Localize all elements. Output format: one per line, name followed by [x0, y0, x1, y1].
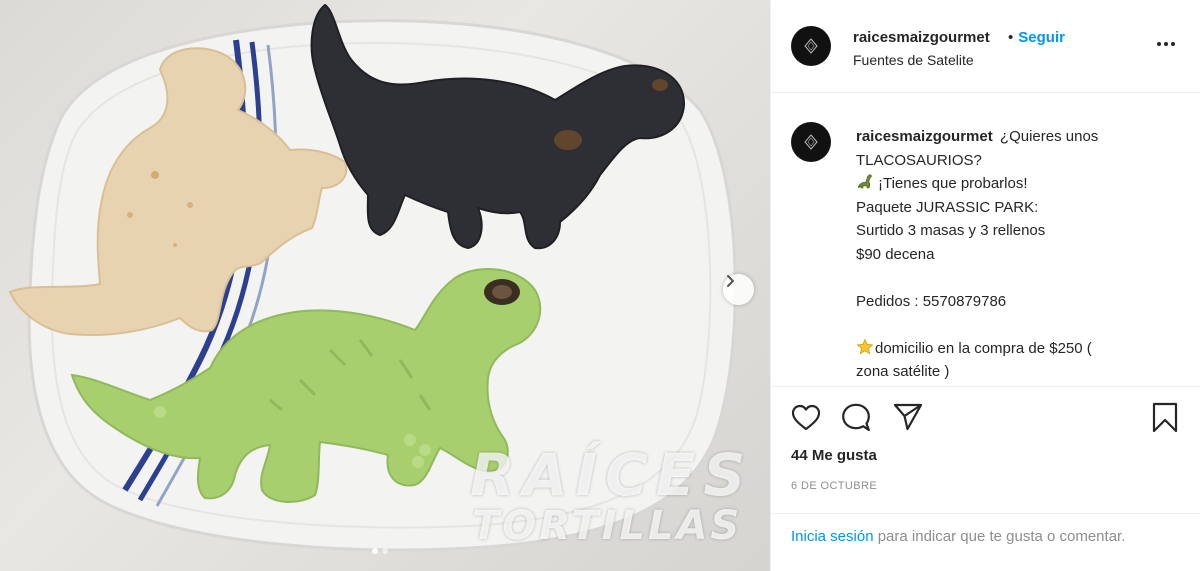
caption-text-10: domicilio en la compra de $250 ( — [875, 339, 1092, 357]
caption-avatar[interactable] — [791, 122, 831, 162]
more-options-icon[interactable] — [1157, 42, 1181, 50]
like-count[interactable]: 44 Me gusta — [791, 447, 877, 464]
follow-separator: • — [1008, 29, 1014, 46]
sauropod-icon — [857, 174, 872, 189]
caption-text-1: ¿Quieres unos — [999, 128, 1099, 145]
post-header: raicesmaizgourmet • Seguir Fuentes de Sat… — [771, 0, 1200, 93]
caption-text: raicesmaizgourmet ¿Quieres unos TLACOSAU… — [856, 125, 1156, 384]
post-side-panel: raicesmaizgourmet • Seguir Fuentes de Sat… — [770, 0, 1200, 571]
caption-line-10: domicilio en la compra de $250 ( — [856, 337, 1156, 361]
location-link[interactable]: Fuentes de Satelite — [853, 52, 974, 68]
caption-line-8: Pedidos : 5570879786 — [856, 292, 1007, 310]
login-prompt-rest: para indicar que te gusta o comentar. — [873, 528, 1126, 545]
brand-logo-icon — [804, 38, 818, 54]
post-actions: 44 Me gusta 6 DE OCTUBRE Inicia sesión p… — [771, 386, 1200, 571]
caption-line-11: zona satélite ) — [856, 363, 950, 380]
chevron-right-icon — [727, 275, 734, 287]
bookmark-icon[interactable] — [1151, 402, 1179, 434]
caption-line-9 — [856, 313, 1156, 337]
heart-icon[interactable] — [791, 404, 821, 432]
share-icon[interactable] — [893, 403, 923, 431]
brand-logo-icon — [804, 134, 818, 150]
caption-line-1: raicesmaizgourmet ¿Quieres unos — [856, 125, 1156, 149]
follow-button[interactable]: • Seguir — [1008, 29, 1065, 46]
caption-line-2: TLACOSAURIOS? — [856, 151, 982, 169]
star-icon — [856, 338, 874, 354]
login-prompt: Inicia sesión para indicar que te gusta … — [771, 513, 1200, 571]
caption-line-5: Surtido 3 masas y 3 rellenos — [856, 222, 1046, 239]
watermark: RAÍCES TORTILLAS — [470, 446, 753, 546]
caption-line-3: ¡Tienes que probarlos! — [856, 172, 1156, 196]
login-link[interactable]: Inicia sesión — [791, 528, 874, 545]
caption-line-4: Paquete JURASSIC PARK: — [856, 198, 1039, 216]
caption-username[interactable]: raicesmaizgourmet — [856, 128, 993, 145]
caption-line-7 — [856, 266, 1156, 290]
post-image[interactable]: RAÍCES TORTILLAS — [0, 0, 770, 571]
post-caption: raicesmaizgourmet ¿Quieres unos TLACOSAU… — [771, 94, 1200, 386]
carousel-dot-active — [372, 548, 378, 554]
avatar[interactable] — [791, 26, 831, 66]
instagram-post: RAÍCES TORTILLAS raicesmaizgourmet • Segu… — [0, 0, 1200, 571]
post-date[interactable]: 6 DE OCTUBRE — [791, 480, 877, 492]
carousel-dot — [382, 548, 388, 554]
login-prompt-text: Inicia sesión para indicar que te gusta … — [791, 526, 1151, 548]
caption-text-3: ¡Tienes que probarlos! — [878, 175, 1028, 192]
comment-icon[interactable] — [841, 403, 871, 433]
watermark-line-2: TORTILLAS — [472, 503, 743, 549]
carousel-indicator — [372, 548, 388, 554]
header-username[interactable]: raicesmaizgourmet — [853, 29, 990, 46]
next-slide-button[interactable] — [723, 274, 754, 305]
caption-line-6: $90 decena — [856, 245, 935, 263]
watermark-line-1: RAÍCES — [470, 441, 754, 509]
follow-label: Seguir — [1018, 29, 1065, 46]
